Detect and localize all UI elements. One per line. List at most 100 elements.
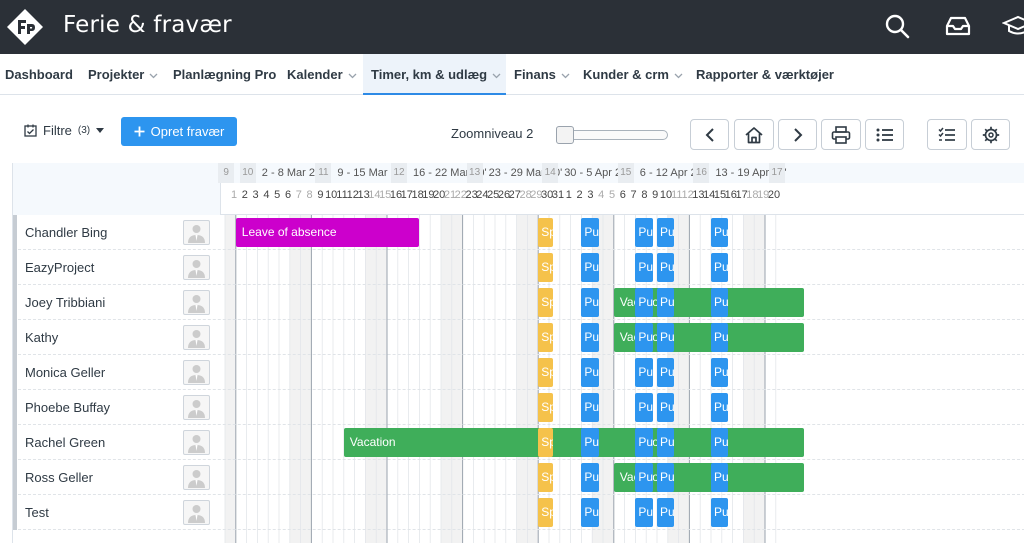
holiday-absence-bar[interactable]: Pu <box>635 358 653 387</box>
holiday-absence-bar[interactable]: Pu <box>711 323 729 352</box>
holiday-absence-bar[interactable]: Pu <box>635 393 653 422</box>
search-icon[interactable] <box>882 11 912 41</box>
row-accent <box>13 355 17 390</box>
holiday-absence-bar[interactable]: Pu <box>581 463 599 492</box>
settings-button[interactable] <box>971 119 1010 150</box>
today-button[interactable] <box>734 119 774 150</box>
row-accent <box>13 390 17 425</box>
holiday-absence-bar[interactable]: Pu <box>581 358 599 387</box>
holiday-absence-bar[interactable]: Pu <box>657 218 675 247</box>
leave-absence-bar[interactable]: Leave of absence <box>235 218 420 247</box>
nav-item-projekter[interactable]: Projekter <box>88 54 158 95</box>
holiday-absence-bar[interactable]: Pu <box>635 253 653 282</box>
row-accent <box>13 215 17 250</box>
main-navigation: Dashboard Projekter Planlægning Pro Kale… <box>0 54 1024 95</box>
avatar[interactable] <box>183 325 210 350</box>
previous-button[interactable] <box>690 119 729 150</box>
special-absence-bar[interactable]: Sp <box>538 218 553 247</box>
special-absence-bar[interactable]: Sp <box>538 498 553 527</box>
holiday-absence-bar[interactable]: Pu <box>657 323 675 352</box>
chevron-right-icon <box>793 127 802 142</box>
holiday-absence-bar[interactable]: Pu <box>581 428 599 457</box>
avatar[interactable] <box>183 430 210 455</box>
person-name[interactable]: Monica Geller <box>25 355 105 390</box>
holiday-absence-bar[interactable]: Pu <box>657 463 675 492</box>
holiday-absence-bar[interactable]: Pu <box>711 463 729 492</box>
print-button[interactable] <box>821 119 861 150</box>
holiday-absence-bar[interactable]: Pu <box>657 358 675 387</box>
holiday-absence-bar[interactable]: Pu <box>657 428 675 457</box>
holiday-absence-bar[interactable]: Pu <box>581 323 599 352</box>
holiday-absence-bar[interactable]: Pu <box>635 498 653 527</box>
holiday-absence-bar[interactable]: Pu <box>635 218 653 247</box>
holiday-absence-bar[interactable]: Pu <box>711 428 729 457</box>
person-name[interactable]: EazyProject <box>25 250 94 285</box>
nav-item-kunder-crm[interactable]: Kunder & crm <box>583 54 683 95</box>
holiday-absence-bar[interactable]: Pu <box>581 498 599 527</box>
create-absence-button[interactable]: Opret fravær <box>121 117 237 146</box>
avatar[interactable] <box>183 395 210 420</box>
checklist-button[interactable] <box>927 119 967 150</box>
chevron-down-icon <box>348 73 357 78</box>
nav-item-dashboard[interactable]: Dashboard <box>5 54 73 95</box>
nav-item-rapporter-vaerktoejer[interactable]: Rapporter & værktøjer <box>696 54 834 95</box>
nav-label: Finans <box>514 67 556 82</box>
person-name[interactable]: Phoebe Buffay <box>25 390 110 425</box>
avatar[interactable] <box>183 220 210 245</box>
special-absence-bar[interactable]: Sp <box>538 428 553 457</box>
holiday-absence-bar[interactable]: Pu <box>711 218 729 247</box>
resource-row: Monica Geller <box>13 355 1024 390</box>
person-name[interactable]: Ross Geller <box>25 460 93 495</box>
day-header-row: 1 2 3 4 5 6 7 8 9 10 11 12 13 14 15 16 17 18 19 20 21 22 23 24 2… <box>221 183 1024 215</box>
person-name[interactable]: Kathy <box>25 320 58 355</box>
nav-label: Dashboard <box>5 67 73 82</box>
zoom-slider-handle[interactable] <box>556 126 574 144</box>
holiday-absence-bar[interactable]: Pu <box>581 253 599 282</box>
special-absence-bar[interactable]: Sp <box>538 323 553 352</box>
next-button[interactable] <box>778 119 817 150</box>
list-view-button[interactable] <box>865 119 904 150</box>
nav-item-timer-km-udlaeg[interactable]: Timer, km & udlæg <box>363 54 506 95</box>
avatar[interactable] <box>183 255 210 280</box>
absence-calendar: 9 10 2 - 8 Mar 20' 11 9 - 15 Mar 20' 12 16 - 2… <box>12 163 1024 543</box>
holiday-absence-bar[interactable]: Pu <box>657 498 675 527</box>
person-name[interactable]: Chandler Bing <box>25 215 107 250</box>
holiday-absence-bar[interactable]: Pu <box>581 218 599 247</box>
special-absence-bar[interactable]: Sp <box>538 463 553 492</box>
holiday-absence-bar[interactable]: Pu <box>711 288 729 317</box>
top-bar: Ferie & fravær <box>0 0 1024 54</box>
nav-item-kalender[interactable]: Kalender <box>287 54 357 95</box>
nav-item-finans[interactable]: Finans <box>514 54 570 95</box>
person-name[interactable]: Test <box>25 495 49 530</box>
nav-item-planlaegning-pro[interactable]: Planlægning Pro <box>173 54 276 95</box>
row-accent <box>13 425 17 460</box>
avatar[interactable] <box>183 500 210 525</box>
person-name[interactable]: Joey Tribbiani <box>25 285 105 320</box>
app-logo-icon[interactable] <box>6 8 44 46</box>
holiday-absence-bar[interactable]: Pu <box>581 288 599 317</box>
holiday-absence-bar[interactable]: Pu <box>711 253 729 282</box>
chevron-down-icon <box>674 73 683 78</box>
graduation-cap-icon[interactable] <box>1002 11 1024 41</box>
inbox-icon[interactable] <box>943 11 973 41</box>
holiday-absence-bar[interactable]: Pu <box>711 498 729 527</box>
special-absence-bar[interactable]: Sp <box>538 253 553 282</box>
special-absence-bar[interactable]: Sp <box>538 393 553 422</box>
holiday-absence-bar[interactable]: Pu <box>635 323 653 352</box>
avatar[interactable] <box>183 360 210 385</box>
holiday-absence-bar[interactable]: Pu <box>635 428 653 457</box>
holiday-absence-bar[interactable]: Pu <box>657 393 675 422</box>
holiday-absence-bar[interactable]: Pu <box>657 288 675 317</box>
special-absence-bar[interactable]: Sp <box>538 288 553 317</box>
holiday-absence-bar[interactable]: Pu <box>711 358 729 387</box>
avatar[interactable] <box>183 465 210 490</box>
filter-button[interactable]: Filtre (3) <box>24 119 105 141</box>
holiday-absence-bar[interactable]: Pu <box>711 393 729 422</box>
holiday-absence-bar[interactable]: Pu <box>635 288 653 317</box>
holiday-absence-bar[interactable]: Pu <box>657 253 675 282</box>
holiday-absence-bar[interactable]: Pu <box>635 463 653 492</box>
person-name[interactable]: Rachel Green <box>25 425 105 460</box>
avatar[interactable] <box>183 290 210 315</box>
holiday-absence-bar[interactable]: Pu <box>581 393 599 422</box>
special-absence-bar[interactable]: Sp <box>538 358 553 387</box>
